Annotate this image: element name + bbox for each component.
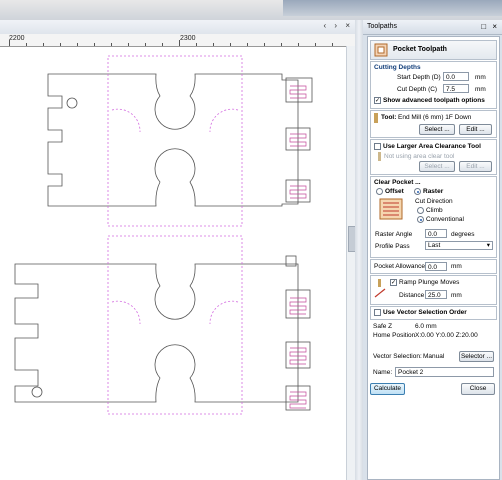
end-mill-icon <box>374 113 378 123</box>
advanced-options-label: Show advanced toolpath options <box>383 97 485 104</box>
vector-order-label: Use Vector Selection Order <box>383 309 467 316</box>
ramp-label: Ramp Plunge Moves <box>399 279 460 286</box>
hole-top-left <box>66 97 78 109</box>
panel-splitter[interactable] <box>355 20 363 480</box>
climb-radio[interactable] <box>417 207 424 214</box>
area-clearance-section: Use Larger Area Clearance Tool Not using… <box>370 139 497 175</box>
climb-label: Climb <box>426 207 443 214</box>
name-input[interactable]: Pocket 2 <box>395 367 494 377</box>
puzzle-piece-top <box>47 73 299 207</box>
cut-depth-input[interactable]: 7.5 <box>443 84 469 93</box>
clear-pocket-section: Clear Pocket ... Offset Raster Cut Direc… <box>370 176 497 258</box>
selector-button[interactable]: Selector ... <box>459 351 494 362</box>
tool-label: Tool: <box>381 114 397 121</box>
chevron-down-icon: ▾ <box>486 242 490 249</box>
area-clear-tool-icon <box>378 152 381 161</box>
hole-bottom-left <box>31 386 43 398</box>
cut-depth-label: Cut Depth (C) <box>397 86 438 93</box>
area-clear-status: Not using area clear tool <box>384 153 455 160</box>
pocket-bottom-0 <box>285 255 297 267</box>
area-clear-edit-button[interactable]: Edit ... <box>459 161 492 172</box>
pocket-toolpath-title: Pocket Toolpath <box>393 46 447 53</box>
toolpath-inner-top <box>111 108 239 133</box>
vector-order-section: Use Vector Selection Order <box>370 306 497 320</box>
toolpath-inner-bottom <box>111 300 239 325</box>
machine-info: Safe Z 6.0 mm Home Position X:0.00 Y:0.0… <box>370 321 497 343</box>
cutting-depths-heading: Cutting Depths <box>374 64 421 71</box>
conventional-radio[interactable] <box>417 216 424 223</box>
start-depth-input[interactable]: 0.0 <box>443 72 469 81</box>
conventional-label: Conventional <box>426 216 464 223</box>
area-clearance-label: Use Larger Area Clearance Tool <box>383 143 481 150</box>
panel-title: Toolpaths <box>367 23 397 30</box>
pocket-allowance-unit: mm <box>451 263 462 270</box>
calculate-button[interactable]: Calculate <box>370 383 405 395</box>
distance-unit: mm <box>451 292 462 299</box>
pocket-allowance-label: Pocket Allowance <box>374 263 425 270</box>
drawing-svg[interactable] <box>0 46 346 480</box>
raster-label: Raster <box>423 188 444 195</box>
close-button[interactable]: Close <box>461 383 495 395</box>
home-position-value: X:0.00 Y:0.00 Z:20.00 <box>415 332 478 339</box>
tool-section: Tool: End Mill (6 mm) 1F Down Select ...… <box>370 110 497 138</box>
pocket-allowance-input[interactable]: 0.0 <box>425 262 447 271</box>
offset-label: Offset <box>385 188 404 195</box>
ruler-label-2200: 2200 <box>9 35 25 42</box>
ruler-label-2300: 2300 <box>180 35 196 42</box>
vector-selection-label: Vector Selection: <box>373 353 422 360</box>
profile-pass-label: Profile Pass <box>375 243 410 250</box>
toolpath-boundary-bottom <box>107 235 243 415</box>
area-clearance-checkbox[interactable] <box>374 143 381 150</box>
tool-select-button[interactable]: Select ... <box>419 124 455 135</box>
ramp-plunge-icon <box>374 279 386 298</box>
tool-name: End Mill (6 mm) 1F Down <box>398 114 472 121</box>
view-header: ‹ › × <box>0 20 355 35</box>
vector-selection-row: Vector Selection: Manual Selector ... <box>370 349 497 364</box>
puzzle-piece-bottom <box>14 263 299 403</box>
name-label: Name: <box>373 369 393 376</box>
profile-pass-value: Last <box>428 242 441 249</box>
raster-angle-label: Raster Angle <box>375 231 413 238</box>
start-depth-unit: mm <box>475 74 486 81</box>
title-strip-dark <box>283 0 502 16</box>
vector-selection-value: Manual <box>423 353 445 360</box>
name-row: Name: Pocket 2 <box>370 365 497 380</box>
start-depth-label: Start Depth (D) <box>397 74 441 81</box>
ramp-section: ✓ Ramp Plunge Moves Distance 25.0 mm <box>370 275 497 305</box>
safe-z-label: Safe Z <box>373 323 393 330</box>
pocket-header: Pocket Toolpath <box>370 40 497 60</box>
tool-edit-button[interactable]: Edit ... <box>459 124 492 135</box>
ramp-checkbox[interactable]: ✓ <box>390 279 397 286</box>
toolpath-boundary-top <box>107 55 243 227</box>
vector-order-checkbox[interactable] <box>374 309 381 316</box>
distance-label: Distance <box>399 292 425 299</box>
panel-body: Pocket Toolpath Cutting Depths Start Dep… <box>367 36 500 480</box>
pocket-toolpath-icon <box>374 43 388 57</box>
distance-input[interactable]: 25.0 <box>425 290 447 299</box>
cut-depth-unit: mm <box>475 86 486 93</box>
toolpaths-panel: Toolpaths □ × Pocket Toolpath Cutting De… <box>363 20 502 480</box>
cutting-depths-section: Cutting Depths Start Depth (D) 0.0 mm Cu… <box>370 61 497 109</box>
area-clear-select-button[interactable]: Select ... <box>419 161 455 172</box>
raster-pattern-icon <box>379 198 403 220</box>
raster-angle-input[interactable]: 0.0 <box>425 229 447 238</box>
pocket-allowance-section: Pocket Allowance 0.0 mm <box>370 259 497 274</box>
advanced-options-checkbox[interactable]: ✓ <box>374 97 381 104</box>
cut-direction-label: Cut Direction <box>415 198 453 205</box>
safe-z-value: 6.0 mm <box>415 323 437 330</box>
home-position-label: Home Position <box>373 332 416 339</box>
raster-radio[interactable] <box>414 188 421 195</box>
profile-pass-select[interactable]: Last ▾ <box>425 241 493 250</box>
raster-angle-unit: degrees <box>451 231 475 238</box>
clear-pocket-heading: Clear Pocket ... <box>374 179 421 186</box>
window-title-strip <box>0 0 502 20</box>
panel-window-controls[interactable]: □ × <box>481 22 499 31</box>
view-controls[interactable]: ‹ › × <box>324 21 353 30</box>
panel-titlebar: Toolpaths □ × <box>363 20 502 35</box>
offset-radio[interactable] <box>376 188 383 195</box>
